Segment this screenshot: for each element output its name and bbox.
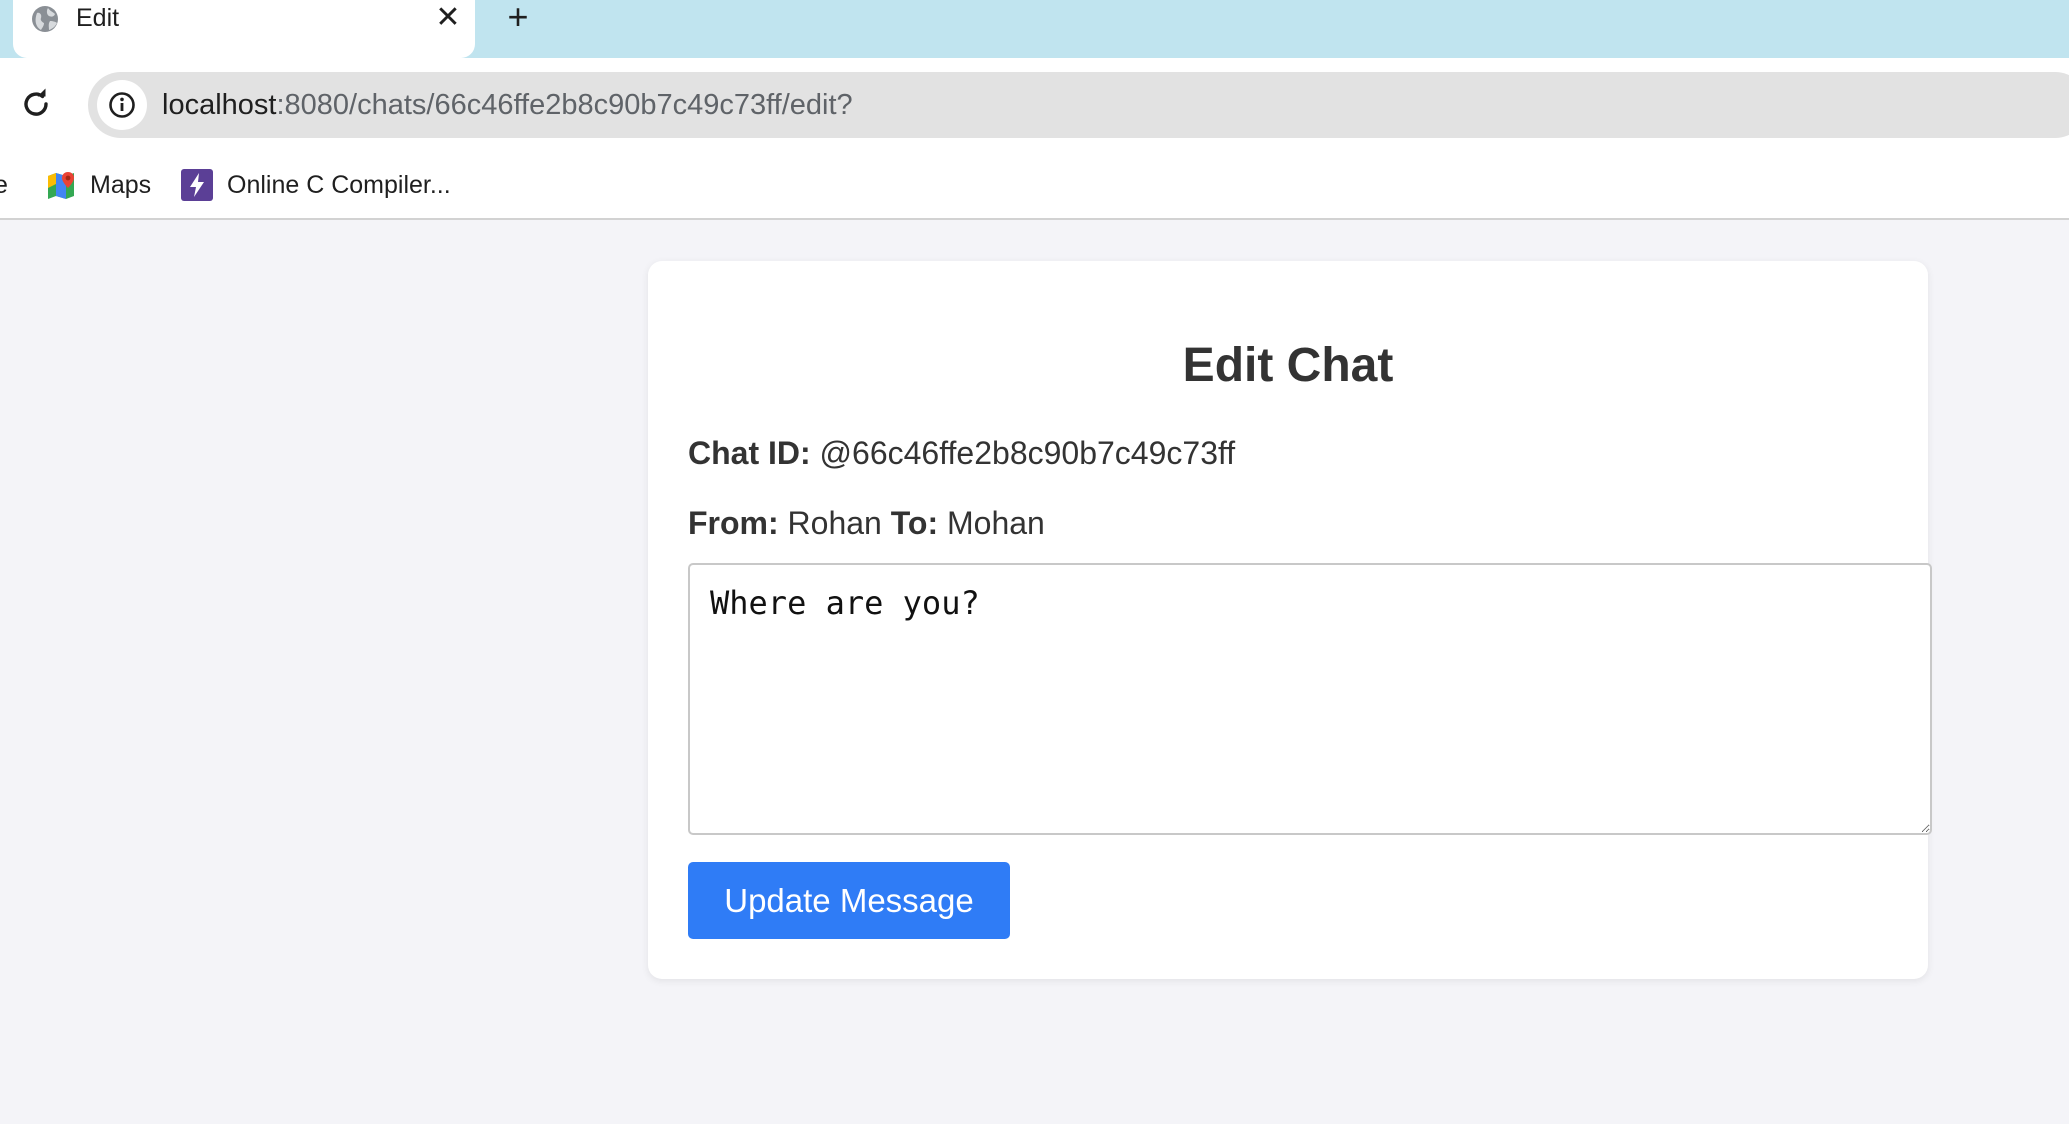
close-tab-icon[interactable]: ✕	[433, 2, 463, 34]
new-tab-button[interactable]: +	[500, 0, 536, 35]
globe-icon	[32, 6, 58, 32]
update-message-button[interactable]: Update Message	[688, 862, 1010, 939]
active-tab[interactable]: Edit ✕	[13, 0, 475, 58]
from-to-line: From: Rohan To: Mohan	[688, 501, 1045, 545]
reload-icon[interactable]	[18, 86, 54, 122]
message-textarea[interactable]: Where are you?	[688, 563, 1932, 835]
bookmark-label: Online C Compiler...	[227, 170, 451, 199]
browser-tab-strip: Edit ✕ +	[0, 0, 2069, 58]
bookmark-maps[interactable]: Maps	[46, 168, 151, 202]
to-label: To:	[890, 505, 939, 541]
url-path: :8080/chats/66c46ffe2b8c90b7c49c73ff/edi…	[276, 89, 853, 121]
chat-id-line: Chat ID: @66c46ffe2b8c90b7c49c73ff	[688, 431, 1235, 475]
url-text[interactable]: localhost:8080/chats/66c46ffe2b8c90b7c49…	[162, 72, 853, 138]
browser-toolbar: localhost:8080/chats/66c46ffe2b8c90b7c49…	[0, 58, 2069, 148]
info-icon	[109, 92, 135, 118]
to-value: Mohan	[938, 505, 1045, 541]
bookmarks-bar: e Maps Online C Compiler...	[0, 148, 2069, 220]
bookmark-online-c-compiler[interactable]: Online C Compiler...	[181, 168, 451, 202]
from-label: From:	[688, 505, 779, 541]
tab-title: Edit	[76, 4, 120, 32]
url-host: localhost	[162, 89, 277, 121]
chat-id-label: Chat ID:	[688, 435, 811, 471]
from-value: Rohan	[778, 505, 891, 541]
google-maps-icon	[48, 172, 74, 199]
lightning-bolt-icon	[181, 169, 213, 201]
page-title: Edit Chat	[1182, 339, 1394, 392]
site-info-button[interactable]	[97, 80, 147, 130]
bookmark-label: Maps	[90, 170, 152, 199]
bookmark-partial-label[interactable]: e	[0, 168, 8, 202]
edit-chat-card: Edit Chat Chat ID: @66c46ffe2b8c90b7c49c…	[648, 261, 1932, 979]
address-bar[interactable]: localhost:8080/chats/66c46ffe2b8c90b7c49…	[88, 72, 2069, 138]
chat-id-value: @66c46ffe2b8c90b7c49c73ff	[810, 435, 1236, 471]
